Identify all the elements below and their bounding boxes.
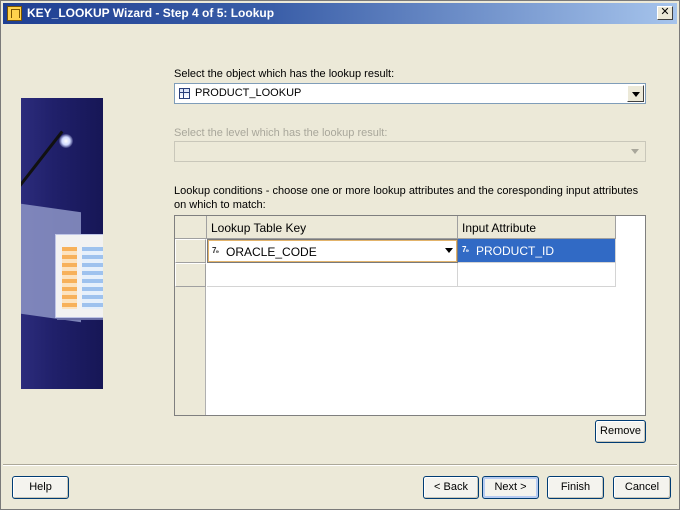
numeric-type-icon: 7₉: [462, 245, 469, 254]
title-bar[interactable]: KEY_LOOKUP Wizard - Step 4 of 5: Lookup …: [3, 3, 677, 24]
row-header-2[interactable]: [175, 263, 206, 287]
table-icon: [179, 88, 190, 99]
level-label: Select the level which has the lookup re…: [174, 127, 388, 139]
numeric-type-icon: 7₉: [212, 246, 219, 255]
remove-button[interactable]: Remove: [595, 420, 646, 443]
input-attribute-cell[interactable]: [458, 263, 616, 287]
wizard-illustration: [21, 98, 103, 389]
footer-separator: [3, 464, 677, 466]
row-header-1[interactable]: [175, 239, 206, 263]
object-label: Select the object which has the lookup r…: [174, 68, 395, 80]
next-button[interactable]: Next >: [482, 476, 539, 499]
lookup-key-cell[interactable]: [207, 263, 458, 287]
lookup-key-value: ORACLE_CODE: [226, 245, 317, 259]
finish-button[interactable]: Finish: [547, 476, 604, 499]
chevron-down-icon: [627, 143, 644, 160]
corner-header: [175, 216, 207, 239]
lookup-conditions-table: Lookup Table Key Input Attribute 7₉ ORAC…: [174, 215, 646, 416]
chevron-down-icon[interactable]: [627, 85, 644, 102]
wizard-window: KEY_LOOKUP Wizard - Step 4 of 5: Lookup …: [0, 0, 680, 510]
column-header-input-attribute[interactable]: Input Attribute: [458, 216, 616, 239]
back-button[interactable]: < Back: [423, 476, 479, 499]
input-attribute-value: PRODUCT_ID: [476, 244, 555, 258]
wand-sparkle-icon: [59, 134, 73, 148]
help-button[interactable]: Help: [12, 476, 69, 499]
illustration-spreadsheet: [55, 234, 103, 318]
level-select: [174, 141, 646, 162]
wizard-app-icon: [7, 6, 22, 21]
lookup-key-cell[interactable]: 7₉ ORACLE_CODE: [207, 239, 458, 263]
column-header-lookup-key[interactable]: Lookup Table Key: [207, 216, 458, 239]
close-button[interactable]: ✕: [657, 6, 673, 20]
input-attribute-cell[interactable]: 7₉ PRODUCT_ID: [458, 239, 616, 263]
object-select-value: PRODUCT_LOOKUP: [195, 87, 302, 99]
conditions-instruction: Lookup conditions - choose one or more l…: [174, 185, 639, 211]
magic-wand-icon: [21, 130, 64, 196]
object-select[interactable]: PRODUCT_LOOKUP: [174, 83, 646, 104]
window-title: KEY_LOOKUP Wizard - Step 4 of 5: Lookup: [27, 6, 275, 20]
chevron-down-icon[interactable]: [445, 248, 453, 253]
cancel-button[interactable]: Cancel: [613, 476, 671, 499]
